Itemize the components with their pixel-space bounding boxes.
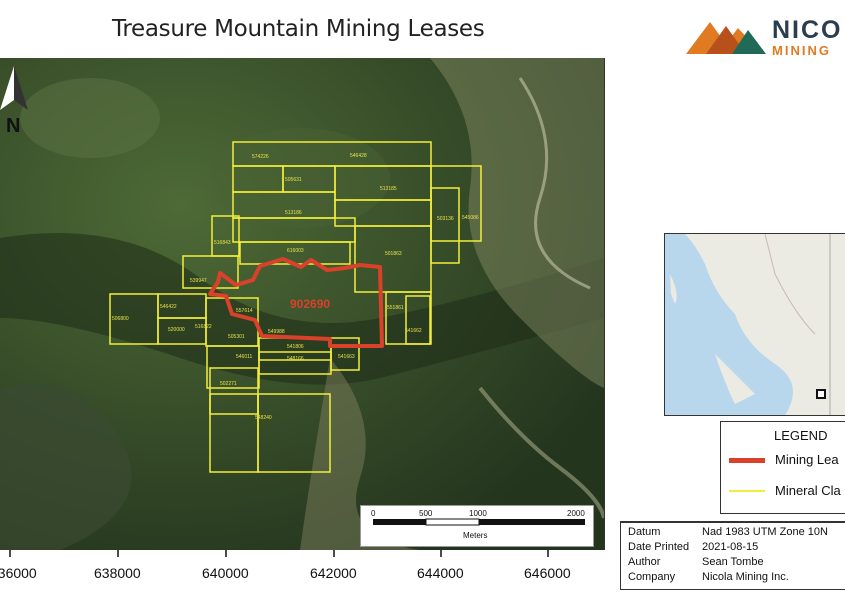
svg-text:516822: 516822 (195, 324, 212, 330)
svg-text:541806: 541806 (287, 344, 304, 350)
svg-text:539947: 539947 (190, 278, 207, 284)
x-tick-label: 646000 (524, 565, 571, 581)
map-title: Treasure Mountain Mining Leases (112, 16, 485, 42)
svg-text:505301: 505301 (228, 334, 245, 340)
scale-tick-2000: 2000 (567, 509, 585, 518)
info-value: Nicola Mining Inc. (702, 571, 789, 583)
x-tick-label: 642000 (310, 565, 357, 581)
mining-lease-swatch (729, 458, 765, 463)
svg-text:557614: 557614 (236, 308, 253, 314)
lease-label: 902690 (290, 297, 330, 311)
scale-unit: Meters (463, 531, 487, 540)
scale-tick-500: 500 (419, 509, 433, 518)
map-info-box: Datum Nad 1983 UTM Zone 10N Date Printed… (620, 521, 845, 590)
svg-text:545086: 545086 (462, 215, 479, 221)
svg-text:574226: 574226 (252, 154, 269, 160)
info-key: Author (628, 556, 661, 568)
legend-label-mining-lease: Mining Lea (775, 452, 839, 467)
info-value: Nad 1983 UTM Zone 10N (702, 526, 828, 538)
legend-box: LEGEND Mining Lea Mineral Cla (720, 421, 845, 514)
svg-text:501863: 501863 (385, 251, 402, 257)
x-tick-label: 644000 (417, 565, 464, 581)
x-axis: 636000 638000 640000 642000 644000 64600… (0, 550, 571, 581)
svg-text:516843: 516843 (214, 240, 231, 246)
x-tick-label: 640000 (202, 565, 249, 581)
svg-text:551861: 551861 (387, 305, 404, 311)
svg-text:546422: 546422 (160, 304, 177, 310)
logo-text-primary: NICO (772, 16, 843, 44)
info-value: 2021-08-15 (702, 541, 759, 553)
legend-title: LEGEND (774, 428, 828, 443)
svg-text:548166: 548166 (287, 356, 304, 362)
svg-text:520000: 520000 (168, 327, 185, 333)
info-key: Company (628, 571, 676, 583)
x-tick-label: 636000 (0, 565, 37, 581)
svg-text:513186: 513186 (285, 210, 302, 216)
svg-text:546011: 546011 (236, 354, 253, 360)
x-tick-label: 638000 (94, 565, 141, 581)
mineral-claim-swatch (729, 490, 765, 492)
info-value: Sean Tombe (702, 556, 764, 568)
logo-text-secondary: MINING (772, 43, 831, 58)
svg-text:546428: 546428 (350, 153, 367, 159)
svg-text:549988: 549988 (268, 329, 285, 335)
legend-label-mineral-claim: Mineral Cla (775, 483, 841, 498)
svg-text:503136: 503136 (437, 216, 454, 222)
svg-text:506800: 506800 (112, 316, 129, 322)
svg-text:548240: 548240 (255, 415, 272, 421)
svg-text:513185: 513185 (380, 186, 397, 192)
north-arrow-label: N (6, 115, 20, 137)
location-marker-icon (816, 389, 826, 399)
svg-text:502271: 502271 (220, 381, 237, 387)
info-key: Date Printed (628, 541, 690, 553)
svg-text:541662: 541662 (405, 328, 422, 334)
scale-tick-0: 0 (371, 509, 376, 518)
scale-tick-1000: 1000 (469, 509, 487, 518)
scale-bar: 0 500 1000 2000 Meters (360, 505, 594, 547)
locator-inset-map[interactable] (664, 233, 845, 416)
svg-text:541663: 541663 (338, 354, 355, 360)
satellite-map[interactable]: 574226 546428 505631 513185 513186 50313… (0, 58, 605, 550)
svg-text:505631: 505631 (285, 177, 302, 183)
info-key: Datum (628, 526, 661, 538)
svg-text:616003: 616003 (287, 248, 304, 254)
